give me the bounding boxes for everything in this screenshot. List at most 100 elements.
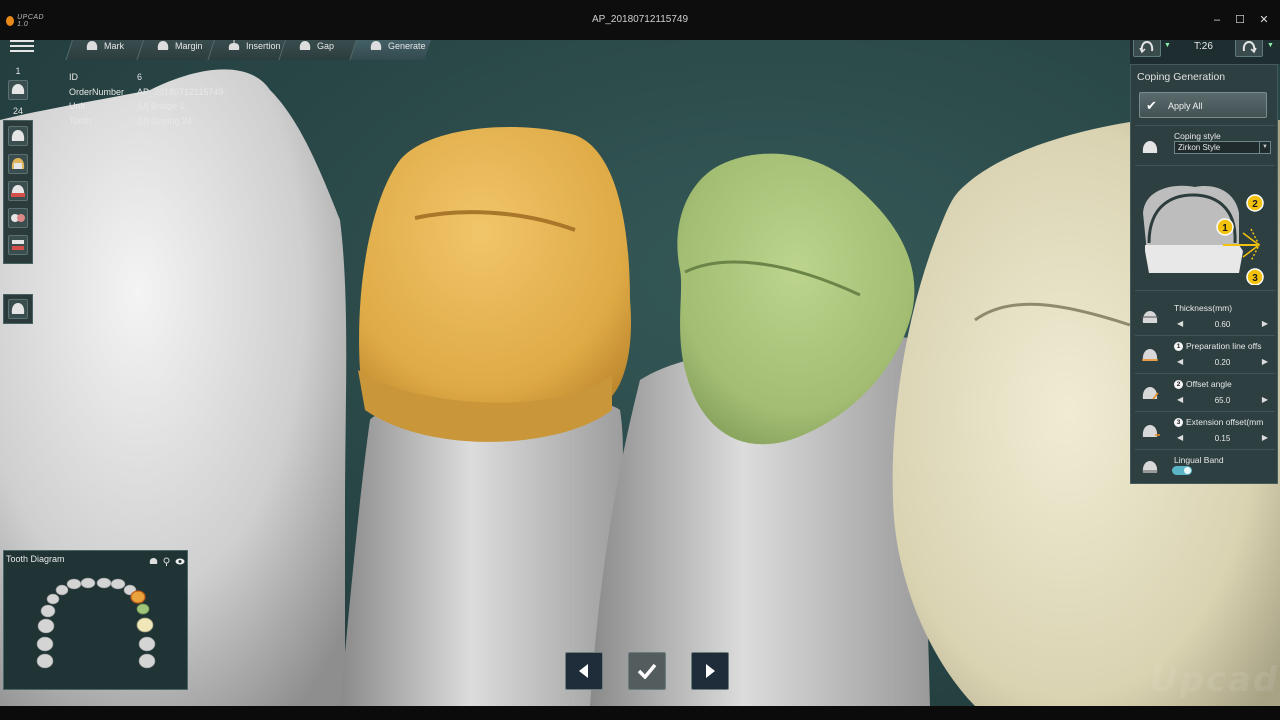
maximize-button[interactable]: ☐ [1231,12,1249,28]
tab-generate[interactable]: Generate [349,40,434,60]
lingual-band-toggle[interactable] [1172,466,1192,475]
check-icon: ✔ [1146,98,1157,113]
jaw-icon [12,240,24,250]
redo-icon [1242,40,1257,54]
diagram-label-1: 1 [1222,223,1228,234]
divider [1135,290,1275,291]
coping-parameter-diagram: 1 2 3 [1143,185,1264,285]
coping-style-icon [1142,141,1158,153]
apply-all-button[interactable]: ✔ Apply All [1139,92,1267,118]
extension-offset-stepper[interactable]: ◀ 0.15 ▶ [1174,433,1271,445]
increment-icon[interactable]: ▶ [1262,357,1268,366]
upper-jaw-button[interactable] [8,80,28,100]
pin-icon[interactable] [162,553,171,566]
prep-line-offset-value[interactable]: 0.20 [1174,358,1271,367]
arch-tooth[interactable] [66,578,82,590]
coping-view-button[interactable] [8,154,28,174]
info-value: AP_20180712115749 [137,86,224,97]
undo-dropdown-icon[interactable]: ▼ [1164,42,1171,52]
badge-2: 2 [1174,380,1183,389]
prep-line-offset-stepper[interactable]: ◀ 0.20 ▶ [1174,357,1271,369]
dental-scene[interactable] [0,40,1280,706]
tooth-diagram-panel: Tooth Diagram [3,550,188,690]
eye-icon[interactable] [175,553,185,565]
info-key: Tooth [69,115,92,126]
diagram-label-2: 2 [1252,199,1258,210]
offset-angle-value[interactable]: 65.0 [1174,396,1271,405]
arch-tooth[interactable] [36,653,54,669]
arch-tooth[interactable] [55,584,69,596]
redo-button[interactable] [1235,40,1263,57]
tooth-view-button[interactable] [8,126,28,146]
redo-dropdown-icon[interactable]: ▼ [1267,42,1274,52]
arch-tooth-coping-green[interactable] [136,603,150,615]
thickness-value[interactable]: 0.60 [1174,320,1271,329]
checkmark-icon [637,663,657,679]
arch-tooth[interactable] [36,636,54,652]
dental-arch-chart[interactable] [4,569,187,689]
arch-tooth[interactable] [110,578,126,590]
arch-tooth-selected[interactable] [130,590,146,604]
jaw-toggle-icon[interactable] [149,553,158,564]
extension-offset-value[interactable]: 0.15 [1174,434,1271,443]
coping-style-value: Zirkon Style [1178,143,1221,152]
window-title: AP_20180712115749 [591,14,689,25]
undo-button[interactable] [1133,40,1161,57]
menu-hamburger-icon[interactable] [10,40,34,54]
tooth-icon [11,130,25,141]
prep-line-offset-icon [1142,349,1158,361]
offset-angle-stepper[interactable]: ◀ 65.0 ▶ [1174,395,1271,407]
extension-offset-text: Extension offset(mm [1186,417,1264,427]
tooth-diagram-icons [149,553,185,566]
tooth-icon [157,41,169,50]
upper-jaw-number: 1 [15,66,21,76]
diagram-label-3: 3 [1252,273,1258,284]
info-value: 6 [137,72,143,82]
tooth-icon [11,303,25,314]
info-value: [U] Bridge 1 [137,101,185,111]
thickness-icon [1141,311,1159,323]
coping-generation-panel: Coping Generation ✔ Apply All Coping sty… [1130,64,1278,484]
arch-tooth[interactable] [80,577,96,589]
tooth-icon [86,41,98,50]
arch-tooth[interactable] [138,636,156,652]
next-step-button[interactable] [691,652,729,690]
watermark: Upcad [1150,660,1280,700]
increment-icon[interactable]: ▶ [1262,319,1268,328]
upper-jaw-icon [11,84,25,94]
arch-tooth[interactable] [138,653,156,669]
chevron-down-icon: ▼ [1259,142,1270,153]
extension-offset-label: 3 Extension offset(mm [1174,417,1263,427]
divider [1135,165,1275,166]
workflow-tabs: Mark Margin Insertion Gap Generate [65,40,434,64]
close-button[interactable]: ✕ [1255,12,1273,28]
increment-icon[interactable]: ▶ [1262,395,1268,404]
3d-viewport[interactable]: Mark Margin Insertion Gap Generate 1 24 … [0,40,1280,706]
tab-label: Insertion [246,41,281,51]
confirm-button[interactable] [628,652,666,690]
antagonist-view-button[interactable] [8,208,28,228]
arch-tooth[interactable] [37,618,55,634]
lower-jaw-number: 24 [12,106,23,116]
previous-step-button[interactable] [565,652,603,690]
increment-icon[interactable]: ▶ [1262,433,1268,442]
gingiva-view-button[interactable] [8,181,28,201]
arch-tooth[interactable] [40,604,56,618]
thickness-stepper[interactable]: ◀ 0.60 ▶ [1174,319,1271,331]
arch-tooth-crown-ivory[interactable] [136,617,154,633]
right-panel-header: ▼ T:26 ▼ [1130,40,1280,64]
gingiva-icon [11,185,25,197]
lingual-band-icon [1142,461,1158,473]
jaw-view-button[interactable] [8,235,28,255]
coping-style-select[interactable]: Zirkon Style ▼ [1174,141,1271,154]
order-info: ID 6 OrderNumber AP_20180712115749 Unit [U]… [69,70,223,128]
minimize-button[interactable]: – [1208,12,1226,28]
apply-all-label: Apply All [1168,101,1203,111]
coping-view-icon [11,158,25,169]
tooth-number-label: T:26 [1194,41,1213,52]
arch-tooth[interactable] [96,577,112,589]
arch-tooth[interactable] [46,593,60,605]
gold-coping[interactable] [359,127,631,428]
single-tooth-button[interactable] [8,299,28,319]
insertion-icon [228,40,240,50]
